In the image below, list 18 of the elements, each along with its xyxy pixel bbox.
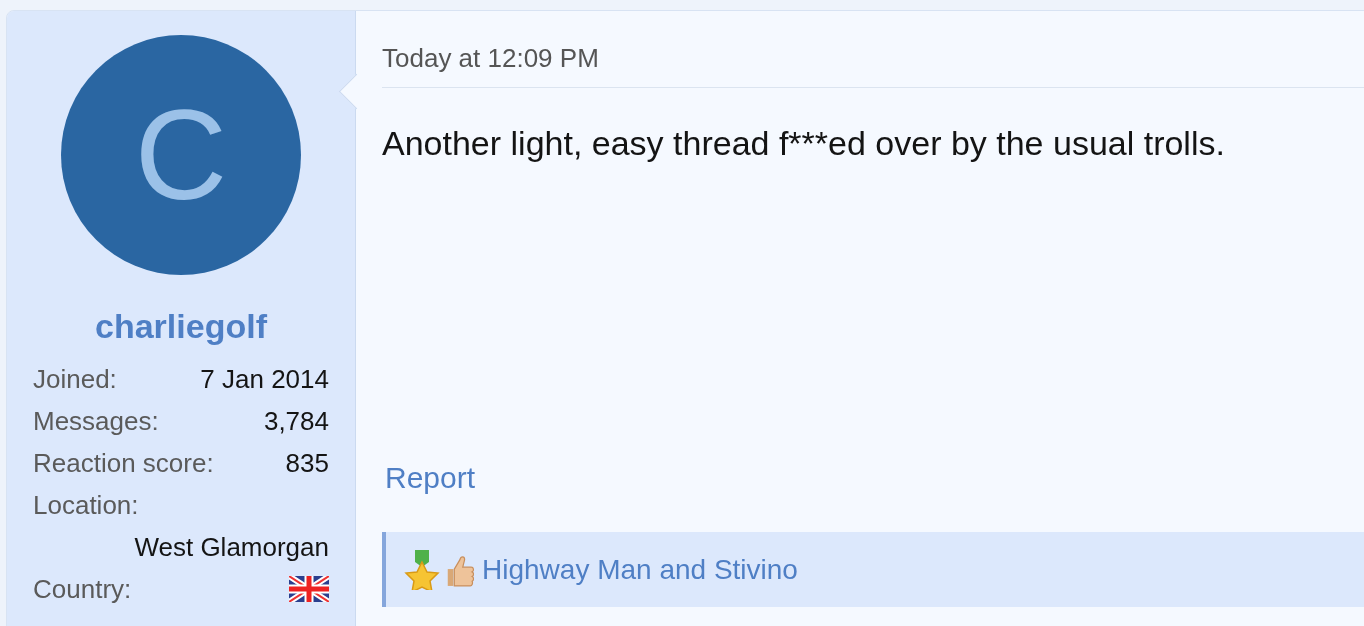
- stat-label: Location:: [33, 489, 139, 521]
- stat-value: 7 Jan 2014: [200, 363, 329, 395]
- report-link[interactable]: Report: [385, 460, 476, 496]
- flag-icon: [289, 576, 329, 602]
- stat-label: Country:: [33, 573, 132, 605]
- stat-label: Messages:: [33, 405, 159, 437]
- reactions-link[interactable]: Highway Man and Stivino: [482, 553, 798, 586]
- stat-value: 3,784: [263, 405, 329, 437]
- avatar-letter: C: [134, 91, 228, 219]
- star-medal-icon: [404, 549, 440, 590]
- stat-value: 835: [285, 447, 329, 479]
- message-text: Another light, easy thread f***ed over by the usual trolls.: [382, 123, 1226, 163]
- avatar[interactable]: C: [61, 35, 301, 275]
- stat-label: Joined:: [33, 363, 117, 395]
- post-time[interactable]: Today at 12:09 PM: [382, 40, 1364, 88]
- stat-label: Reaction score:: [33, 447, 214, 479]
- username-link[interactable]: charliegolf: [95, 306, 267, 346]
- stat-value: West Glamorgan: [134, 531, 329, 563]
